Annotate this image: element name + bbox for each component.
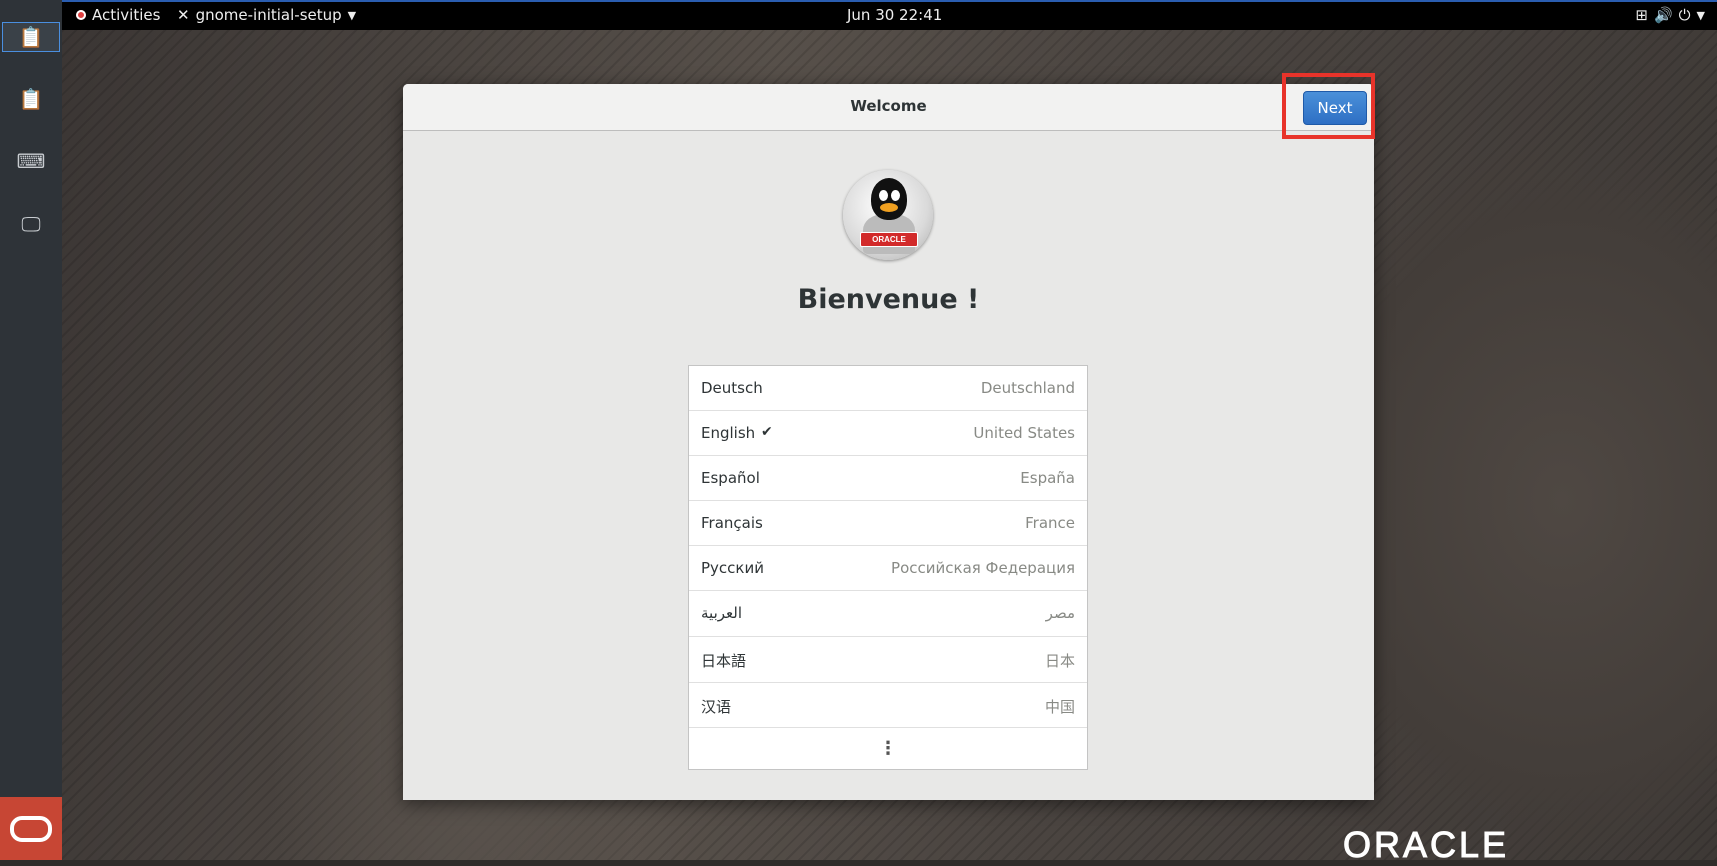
logo-badge: ORACLE <box>860 232 918 247</box>
app-menu-label: gnome-initial-setup <box>195 6 342 24</box>
language-region: España <box>1020 469 1075 487</box>
language-region: Deutschland <box>980 379 1075 397</box>
activities-label: Activities <box>92 6 161 24</box>
language-name: Español <box>701 469 760 487</box>
activities-icon <box>76 10 86 20</box>
language-name: 汉语 <box>701 698 732 716</box>
language-name: English <box>701 424 756 442</box>
volume-icon: 🔊 <box>1653 6 1673 24</box>
network-icon: ⊞ <box>1635 6 1648 24</box>
language-name: العربية <box>701 604 742 622</box>
header-bar: Welcome Next <box>403 84 1374 131</box>
language-row-chinese[interactable]: 汉语 中国 <box>689 683 1087 728</box>
next-button-highlight <box>1282 73 1375 139</box>
language-list: Deutsch Deutschland English ✔ United Sta… <box>688 365 1088 770</box>
keyboard-icon[interactable]: ⌨ <box>2 146 60 176</box>
language-name: Deutsch <box>701 379 763 397</box>
oracle-icon <box>10 815 52 842</box>
oracle-menu-button[interactable] <box>0 797 62 860</box>
language-name: 日本語 <box>701 652 747 670</box>
language-region: United States <box>973 424 1075 442</box>
language-region: 日本 <box>1044 652 1075 670</box>
language-row-russian[interactable]: Русский Российская Федерация <box>689 546 1087 591</box>
language-name: Русский <box>701 559 764 577</box>
language-name: Français <box>701 514 763 532</box>
tools-icon: ✕ <box>177 6 190 24</box>
top-panel: Activities ✕ gnome-initial-setup ▼ Jun 3… <box>62 0 1717 30</box>
more-languages-button[interactable]: ⋮ <box>689 728 1087 769</box>
chevron-down-icon: ▼ <box>1696 8 1705 22</box>
language-row-arabic[interactable]: العربية مصر <box>689 591 1087 637</box>
language-region: 中国 <box>1044 698 1075 716</box>
language-row-english[interactable]: English ✔ United States <box>689 411 1087 456</box>
app-menu[interactable]: ✕ gnome-initial-setup ▼ <box>177 6 356 24</box>
language-row-francais[interactable]: Français France <box>689 501 1087 546</box>
power-icon: ⏻ <box>1678 6 1691 24</box>
language-region: France <box>1025 514 1075 532</box>
language-row-deutsch[interactable]: Deutsch Deutschland <box>689 366 1087 411</box>
chevron-down-icon: ▼ <box>347 8 357 22</box>
download-clipboard-icon[interactable]: 📋 <box>2 84 60 114</box>
initial-setup-window: Welcome Next ORACLE Bienvenue ! Deutsch … <box>403 84 1374 800</box>
console-sidebar: 📋 📋 ⌨ 🖵 <box>0 0 62 860</box>
check-icon: ✔ <box>761 424 773 440</box>
welcome-heading: Bienvenue ! <box>797 284 980 315</box>
language-row-japanese[interactable]: 日本語 日本 <box>689 637 1087 683</box>
clock[interactable]: Jun 30 22:41 <box>847 6 942 24</box>
language-row-espanol[interactable]: Español España <box>689 456 1087 501</box>
activities-button[interactable]: Activities <box>76 6 160 24</box>
upload-clipboard-icon[interactable]: 📋 <box>2 22 60 52</box>
system-tray[interactable]: ⊞ 🔊 ⏻ ▼ <box>1635 6 1705 24</box>
language-region: Российская Федерация <box>891 559 1075 577</box>
display-icon[interactable]: 🖵 <box>2 209 60 239</box>
window-title: Welcome <box>850 97 927 115</box>
distro-logo: ORACLE <box>843 170 933 260</box>
language-region: مصر <box>1045 604 1075 622</box>
more-icon: ⋮ <box>879 738 897 759</box>
